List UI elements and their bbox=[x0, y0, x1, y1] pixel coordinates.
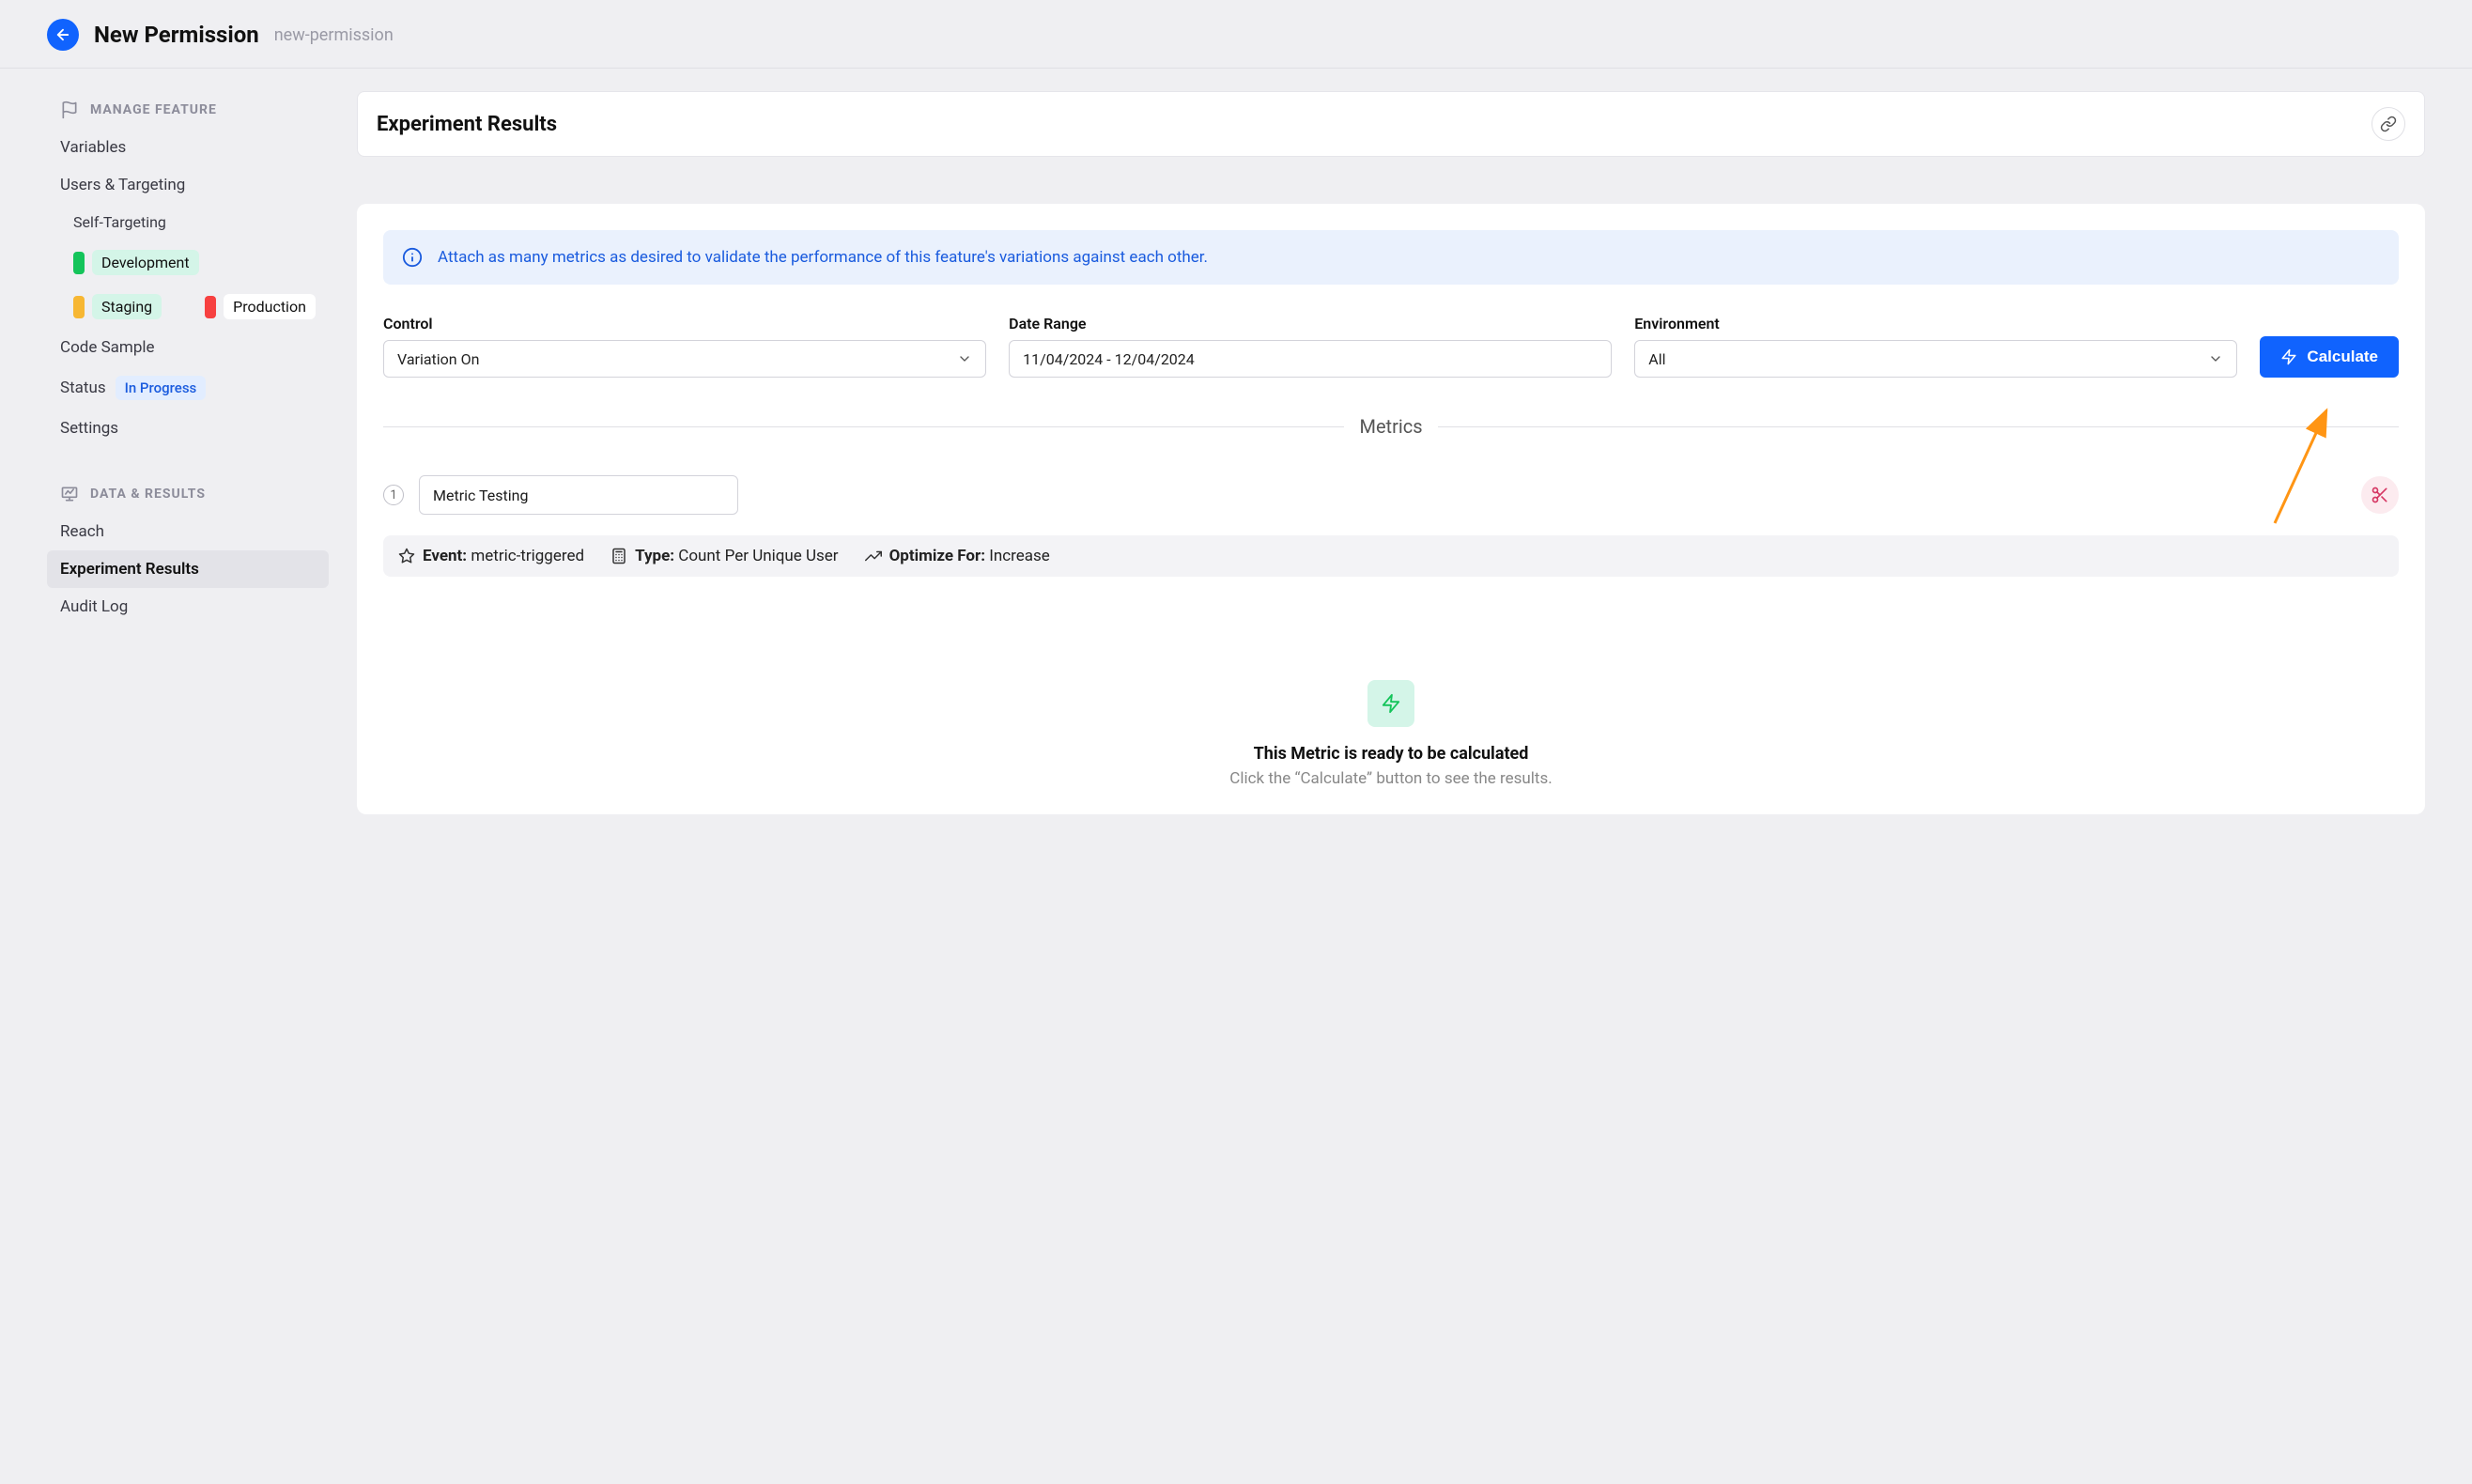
empty-state: This Metric is ready to be calculated Cl… bbox=[383, 680, 2399, 788]
env-color-swatch bbox=[205, 296, 216, 318]
sidebar-item-label: Self-Targeting bbox=[73, 213, 166, 231]
filter-label: Environment bbox=[1634, 315, 2237, 332]
calculator-icon bbox=[610, 548, 627, 564]
lightning-icon bbox=[2280, 348, 2297, 365]
environment-select[interactable]: All bbox=[1634, 340, 2237, 378]
experiment-card: Attach as many metrics as desired to val… bbox=[357, 204, 2425, 814]
content-title: Experiment Results bbox=[377, 113, 557, 136]
page-title: New Permission bbox=[94, 22, 259, 48]
sidebar-item-experiment-results[interactable]: Experiment Results bbox=[47, 550, 329, 588]
select-value: 11/04/2024 - 12/04/2024 bbox=[1023, 350, 1195, 368]
sidebar-item-label: Status bbox=[60, 379, 106, 397]
metric-event: Event: metric-triggered bbox=[398, 547, 584, 565]
filter-date-range: Date Range 11/04/2024 - 12/04/2024 bbox=[1009, 315, 1612, 378]
sidebar-item-label: Users & Targeting bbox=[60, 176, 185, 194]
sidebar: Manage Feature Variables Users & Targeti… bbox=[47, 91, 329, 814]
daterange-input[interactable]: 11/04/2024 - 12/04/2024 bbox=[1009, 340, 1612, 378]
link-icon bbox=[2380, 116, 2397, 132]
copy-link-button[interactable] bbox=[2372, 107, 2405, 141]
sidebar-item-variables[interactable]: Variables bbox=[47, 129, 329, 166]
sidebar-item-users-targeting[interactable]: Users & Targeting bbox=[47, 166, 329, 204]
status-badge: In Progress bbox=[116, 376, 207, 400]
flag-icon bbox=[60, 100, 79, 119]
metric-type: Type: Count Per Unique User bbox=[610, 547, 839, 565]
arrow-left-icon bbox=[54, 26, 71, 43]
sidebar-item-label: Audit Log bbox=[60, 597, 128, 616]
sidebar-item-audit-log[interactable]: Audit Log bbox=[47, 588, 329, 626]
filter-environment: Environment All bbox=[1634, 315, 2237, 378]
sidebar-item-label: Settings bbox=[60, 419, 118, 438]
detail-value: Count Per Unique User bbox=[678, 547, 838, 565]
sidebar-section-data: Data & Results bbox=[47, 475, 329, 513]
detail-value: metric-triggered bbox=[471, 547, 584, 565]
info-icon bbox=[402, 247, 423, 268]
metric-name-input[interactable]: Metric Testing bbox=[419, 475, 738, 515]
scissors-icon bbox=[2371, 486, 2389, 504]
empty-state-icon-bg bbox=[1367, 680, 1414, 727]
sidebar-subitem-staging[interactable]: Staging bbox=[47, 285, 175, 329]
env-color-swatch bbox=[73, 252, 85, 274]
sidebar-item-label: Code Sample bbox=[60, 338, 155, 357]
page-header: New Permission new-permission bbox=[0, 0, 2472, 69]
sidebar-item-code-sample[interactable]: Code Sample bbox=[47, 329, 329, 366]
sidebar-section-label: Manage Feature bbox=[90, 102, 217, 117]
metric-name-value: Metric Testing bbox=[433, 487, 529, 504]
control-select[interactable]: Variation On bbox=[383, 340, 986, 378]
sidebar-subitem-self-targeting[interactable]: Self-Targeting bbox=[47, 204, 329, 240]
chart-icon bbox=[60, 485, 79, 503]
sidebar-section-label: Data & Results bbox=[90, 487, 206, 502]
divider-line bbox=[1438, 426, 2399, 427]
sidebar-subitem-development[interactable]: Development bbox=[47, 240, 212, 285]
sidebar-item-label: Experiment Results bbox=[60, 560, 199, 579]
metric-number: 1 bbox=[383, 485, 404, 505]
page-slug: new-permission bbox=[274, 25, 394, 45]
sidebar-section-manage: Manage Feature bbox=[47, 91, 329, 129]
sidebar-item-reach[interactable]: Reach bbox=[47, 513, 329, 550]
divider-line bbox=[383, 426, 1344, 427]
select-value: Variation On bbox=[397, 350, 479, 368]
metric-details: Event: metric-triggered Type: Count Per … bbox=[383, 535, 2399, 577]
delete-metric-button[interactable] bbox=[2361, 476, 2399, 514]
select-value: All bbox=[1648, 350, 1665, 368]
detail-label: Type: bbox=[635, 547, 674, 565]
detail-label: Optimize For: bbox=[889, 547, 985, 565]
metrics-label: Metrics bbox=[1359, 415, 1422, 438]
empty-state-title: This Metric is ready to be calculated bbox=[383, 744, 2399, 764]
env-color-swatch bbox=[73, 296, 85, 318]
content-header: Experiment Results bbox=[357, 91, 2425, 157]
filter-label: Control bbox=[383, 315, 986, 332]
info-banner: Attach as many metrics as desired to val… bbox=[383, 230, 2399, 285]
sidebar-item-label: Staging bbox=[92, 294, 162, 319]
metric-row: 1 Metric Testing bbox=[383, 475, 2399, 515]
chevron-down-icon bbox=[2208, 351, 2223, 366]
back-button[interactable] bbox=[47, 19, 79, 51]
detail-label: Event: bbox=[423, 547, 467, 565]
filter-label: Date Range bbox=[1009, 315, 1612, 332]
sidebar-item-settings[interactable]: Settings bbox=[47, 410, 329, 447]
filters-row: Control Variation On Date Range 11/04/20… bbox=[383, 315, 2399, 378]
sidebar-subitem-production[interactable]: Production bbox=[178, 285, 329, 329]
star-icon bbox=[398, 548, 415, 564]
button-label: Calculate bbox=[2307, 348, 2378, 366]
metric-optimize: Optimize For: Increase bbox=[865, 547, 1050, 565]
metrics-divider: Metrics bbox=[383, 415, 2399, 438]
sidebar-item-label: Reach bbox=[60, 522, 104, 541]
lightning-icon bbox=[1381, 693, 1401, 714]
trend-up-icon bbox=[865, 548, 882, 564]
chevron-down-icon bbox=[957, 351, 972, 366]
empty-state-subtitle: Click the “Calculate” button to see the … bbox=[383, 769, 2399, 788]
info-banner-text: Attach as many metrics as desired to val… bbox=[438, 248, 1208, 267]
filter-control: Control Variation On bbox=[383, 315, 986, 378]
detail-value: Increase bbox=[989, 547, 1050, 565]
sidebar-item-label: Production bbox=[224, 294, 316, 319]
sidebar-item-status[interactable]: Status In Progress bbox=[47, 366, 329, 410]
sidebar-item-label: Variables bbox=[60, 138, 126, 157]
content-area: Experiment Results Attach as many metric… bbox=[357, 91, 2472, 814]
sidebar-item-label: Development bbox=[92, 250, 199, 275]
calculate-button[interactable]: Calculate bbox=[2260, 336, 2399, 378]
